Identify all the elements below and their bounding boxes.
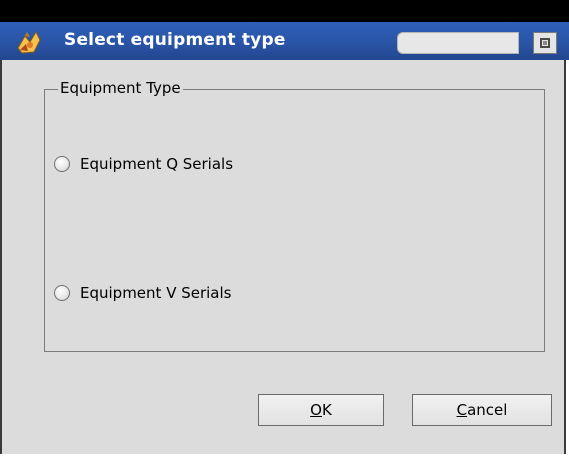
ok-mnemonic: O: [310, 401, 322, 419]
title-bar[interactable]: Select equipment type: [0, 22, 569, 60]
window-title: Select equipment type: [64, 30, 286, 50]
group-legend: Equipment Type: [58, 79, 183, 97]
radio-equipment-v-serials[interactable]: Equipment V Serials: [54, 284, 231, 302]
radio-button-icon[interactable]: [54, 156, 70, 172]
radio-button-icon[interactable]: [54, 285, 70, 301]
restore-icon: [540, 38, 550, 48]
radio-equipment-q-serials[interactable]: Equipment Q Serials: [54, 155, 233, 173]
equipment-type-group: [44, 89, 545, 352]
title-field[interactable]: [397, 32, 519, 54]
cancel-button[interactable]: Cancel: [412, 394, 552, 426]
cancel-label-rest: ancel: [467, 401, 508, 419]
top-border: [0, 0, 569, 22]
app-logo-icon: [14, 28, 44, 56]
ok-label-rest: K: [321, 401, 332, 419]
radio-label-q-serials: Equipment Q Serials: [80, 155, 234, 173]
radio-label-v-serials: Equipment V Serials: [80, 284, 232, 302]
restore-button[interactable]: [533, 32, 557, 54]
ok-button[interactable]: OK: [258, 394, 384, 426]
cancel-mnemonic: C: [456, 401, 468, 419]
